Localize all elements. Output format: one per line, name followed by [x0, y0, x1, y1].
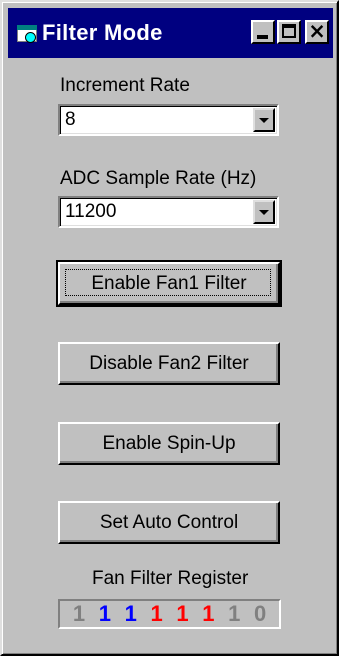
- fan-filter-register-display: 1 1 1 1 1 1 1 0: [58, 599, 281, 629]
- maximize-button[interactable]: [277, 20, 301, 44]
- chevron-down-icon: [259, 210, 269, 215]
- increment-rate-select[interactable]: 8: [58, 104, 279, 136]
- adc-sample-rate-select[interactable]: 11200: [58, 196, 279, 228]
- enable-spin-up-label: Enable Spin-Up: [102, 432, 236, 454]
- set-auto-control-button[interactable]: Set Auto Control: [58, 501, 280, 544]
- increment-rate-dropdown-button[interactable]: [253, 108, 275, 132]
- register-bit: 1: [72, 601, 86, 626]
- register-bit: 1: [176, 601, 189, 626]
- adc-sample-rate-dropdown-button[interactable]: [253, 200, 275, 224]
- adc-sample-rate-value: 11200: [65, 201, 117, 222]
- close-button[interactable]: ×: [305, 19, 329, 44]
- window-title: Filter Mode: [42, 20, 163, 45]
- focus-ring: [65, 269, 271, 296]
- register-bit: 1: [202, 601, 215, 626]
- title-bar[interactable]: Filter Mode ×: [8, 8, 333, 58]
- close-icon: ×: [308, 19, 326, 43]
- disable-fan2-filter-button[interactable]: Disable Fan2 Filter: [58, 342, 280, 385]
- minimize-icon: [257, 35, 268, 39]
- minimize-button[interactable]: [251, 20, 275, 44]
- caption-buttons: ×: [249, 19, 329, 44]
- disable-fan2-filter-label: Disable Fan2 Filter: [89, 352, 249, 374]
- fan-filter-register-label: Fan Filter Register: [92, 568, 249, 589]
- adc-sample-rate-label: ADC Sample Rate (Hz): [60, 168, 257, 189]
- register-bit: 1: [98, 601, 111, 626]
- maximize-icon: [282, 24, 296, 38]
- register-bit: 1: [228, 601, 241, 626]
- increment-rate-value: 8: [65, 109, 76, 130]
- register-bit: 0: [253, 601, 267, 626]
- enable-spin-up-button[interactable]: Enable Spin-Up: [58, 422, 280, 465]
- register-bit: 1: [124, 601, 137, 626]
- enable-fan1-filter-button[interactable]: Enable Fan1 Filter: [56, 260, 282, 307]
- filter-mode-window: Filter Mode × Increment Rate 8 ADC Sampl…: [0, 0, 339, 656]
- app-icon[interactable]: [16, 22, 38, 44]
- register-bit: 1: [150, 601, 163, 626]
- chevron-down-icon: [259, 118, 269, 123]
- set-auto-control-label: Set Auto Control: [99, 511, 239, 533]
- increment-rate-label: Increment Rate: [60, 75, 190, 96]
